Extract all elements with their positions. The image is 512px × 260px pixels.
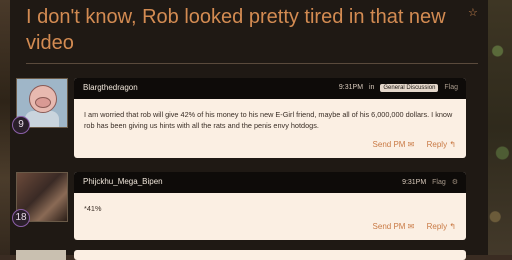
- post: Blargthedragon 9:31PM in General Discuss…: [74, 78, 466, 158]
- post: [74, 250, 466, 260]
- post-body: *41%: [84, 204, 102, 213]
- post-body: I am worried that rob will give 42% of h…: [84, 110, 453, 130]
- avatar[interactable]: [16, 250, 66, 260]
- post-actions: Send PM ✉ Reply ↰: [363, 140, 456, 149]
- post-in-label: in: [368, 84, 375, 91]
- post-time: 9:31PM: [338, 84, 364, 91]
- post-time: 9:31PM: [402, 179, 427, 186]
- gear-icon[interactable]: ⚙: [452, 179, 458, 186]
- post-header: Blargthedragon 9:31PM in General Discuss…: [74, 78, 466, 99]
- post: Phijckhu_Mega_Bipen 9:31PM Flag ⚙ *41% S…: [74, 172, 466, 240]
- post-username[interactable]: Phijckhu_Mega_Bipen: [83, 177, 163, 186]
- send-pm-button[interactable]: Send PM ✉: [373, 140, 415, 149]
- category-badge[interactable]: General Discussion: [380, 84, 439, 92]
- post-actions: Send PM ✉ Reply ↰: [363, 222, 456, 231]
- background-left: [0, 0, 10, 255]
- flag-link[interactable]: Flag: [444, 84, 458, 91]
- reply-button[interactable]: Reply ↰: [427, 140, 456, 149]
- post-meta: 9:31PM Flag ⚙: [398, 178, 458, 186]
- user-level-badge: 18: [12, 209, 30, 227]
- divider: [26, 63, 478, 64]
- flag-link[interactable]: Flag: [432, 179, 446, 186]
- reply-button[interactable]: Reply ↰: [427, 222, 456, 231]
- pig-snout: [35, 97, 51, 108]
- post-username[interactable]: Blargthedragon: [83, 83, 138, 92]
- post-header: Phijckhu_Mega_Bipen 9:31PM Flag ⚙: [74, 172, 466, 193]
- pig-body: [25, 111, 59, 127]
- user-level-badge: 9: [12, 116, 30, 134]
- thread-title: I don't know, Rob looked pretty tired in…: [26, 6, 446, 54]
- send-pm-button[interactable]: Send PM ✉: [373, 222, 415, 231]
- post-meta: 9:31PM in General Discussion Flag: [335, 84, 458, 92]
- star-icon[interactable]: ☆: [468, 6, 478, 19]
- background-right: [488, 0, 512, 255]
